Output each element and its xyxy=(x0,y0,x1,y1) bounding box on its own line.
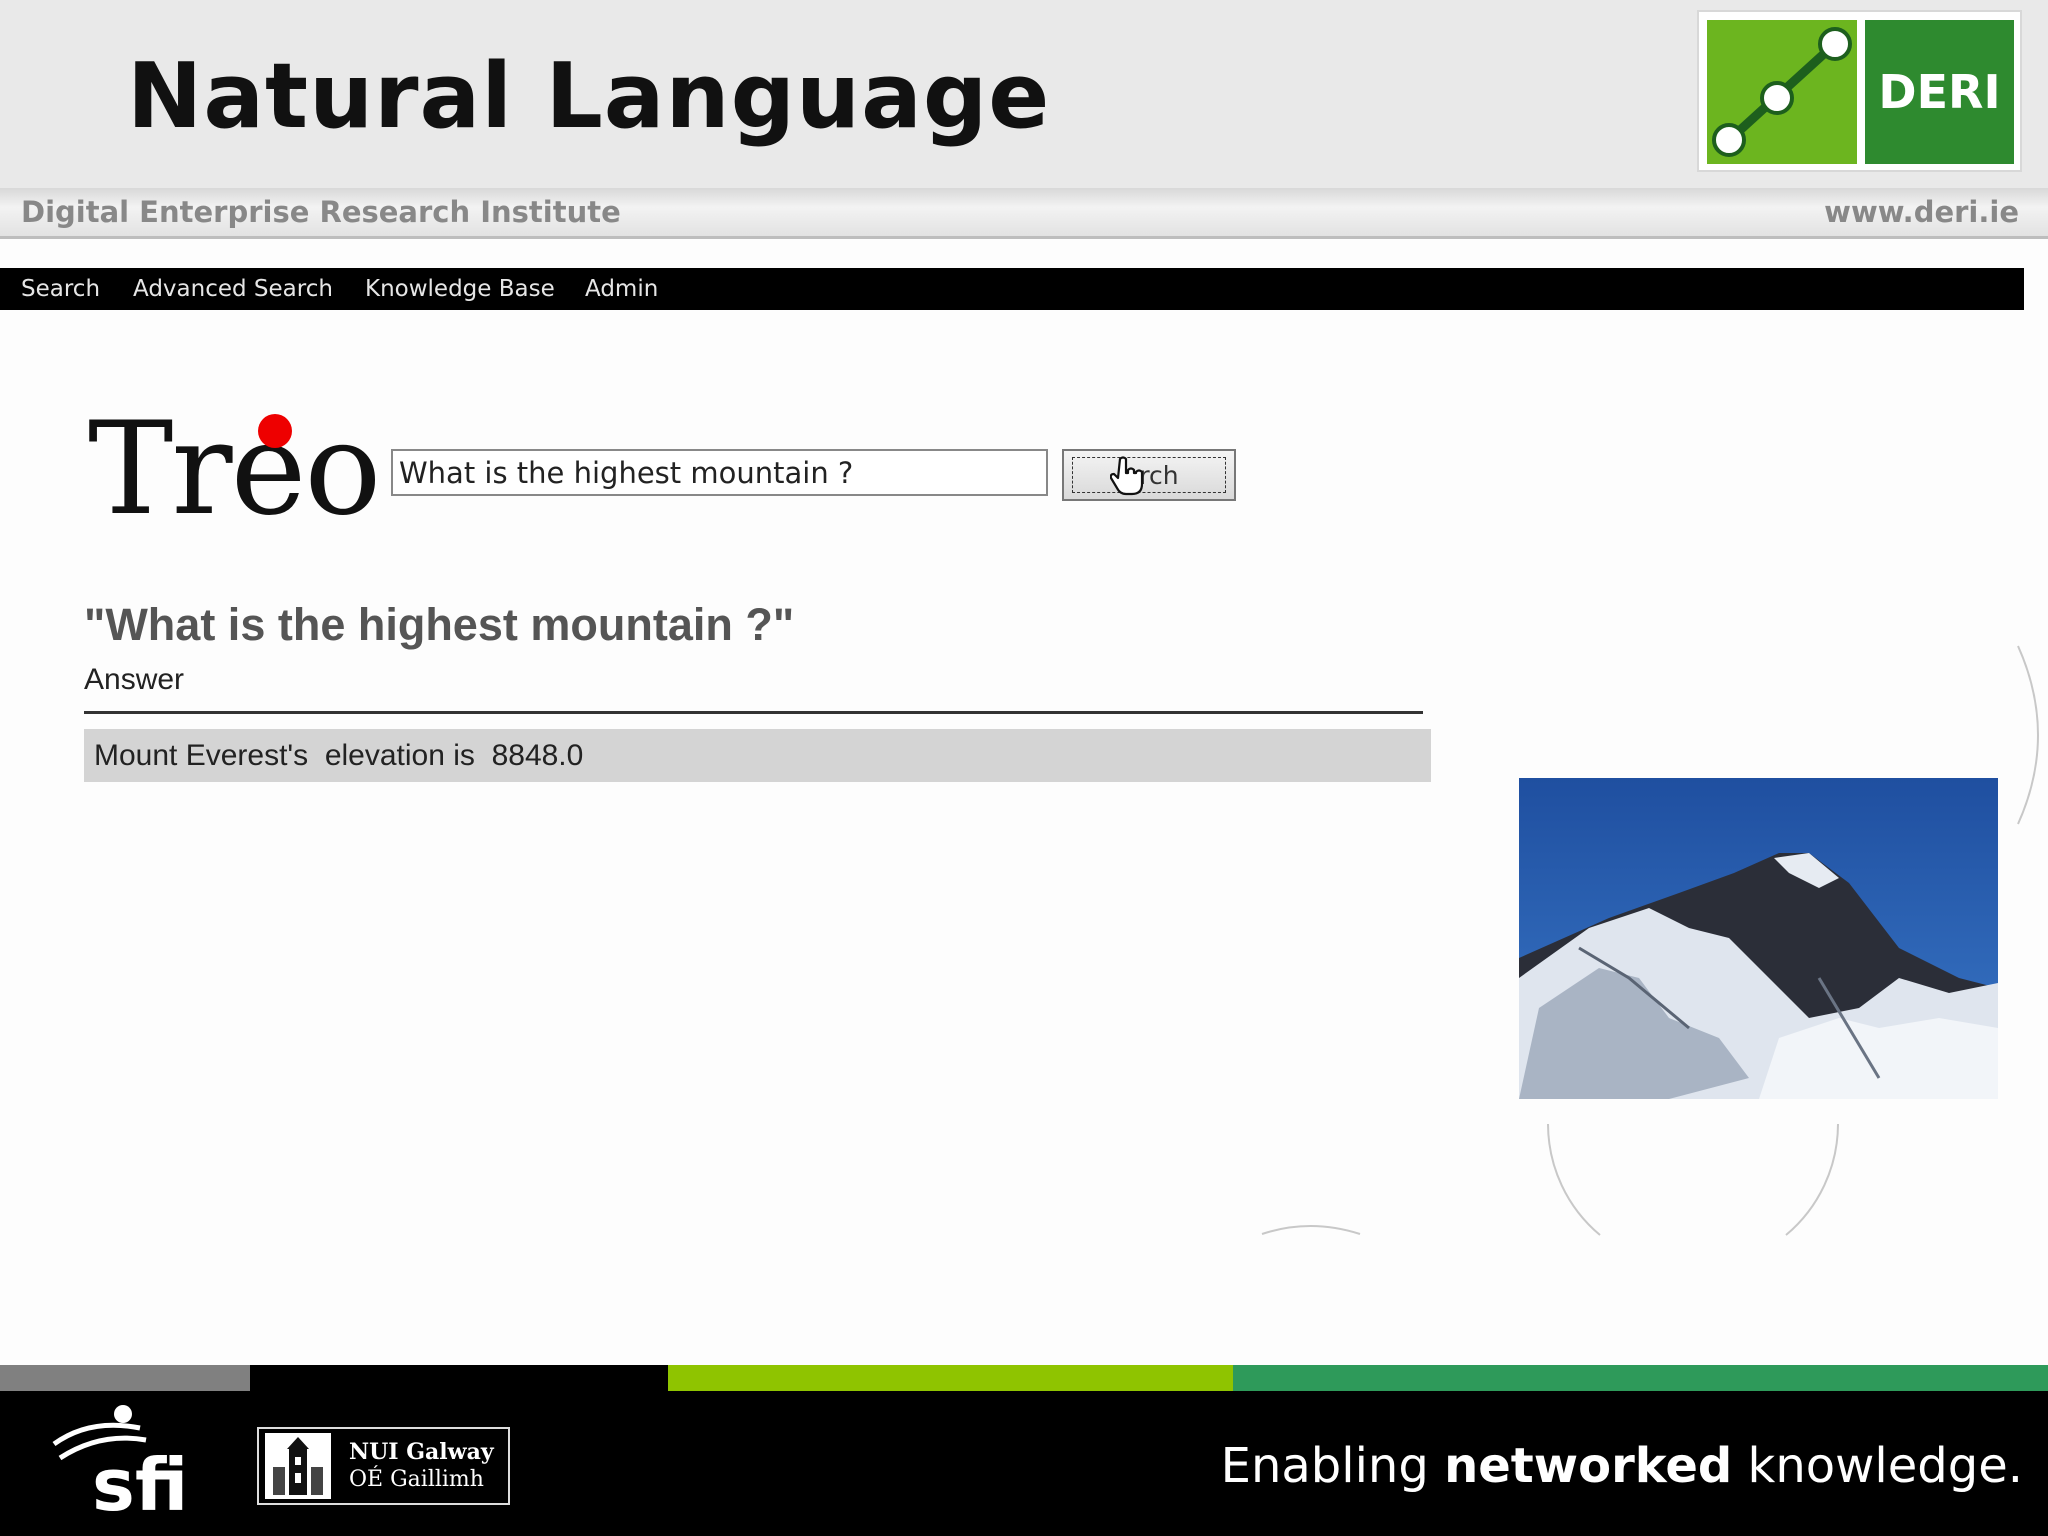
hand-cursor-icon xyxy=(1110,456,1144,496)
nav-item-admin[interactable]: Admin xyxy=(585,268,658,310)
sfi-logo: sfi xyxy=(52,1405,188,1515)
app-nav-bar: Search Advanced Search Knowledge Base Ad… xyxy=(0,268,2024,310)
tagline-pre: Enabling xyxy=(1220,1438,1445,1494)
answer-divider xyxy=(84,711,1423,714)
footer-color-band xyxy=(0,1365,2048,1391)
treo-logo-dot xyxy=(258,414,292,448)
band-black xyxy=(250,1365,668,1391)
band-gray xyxy=(0,1365,250,1391)
decorative-arc xyxy=(1261,1225,1361,1235)
institute-name: Digital Enterprise Research Institute xyxy=(21,195,621,229)
tagline-post: knowledge. xyxy=(1732,1438,2023,1494)
nui-galway-logo: NUI Galway OÉ Gaillimh xyxy=(257,1427,510,1505)
search-input[interactable] xyxy=(391,449,1048,496)
deri-logo: DERI xyxy=(1697,10,2022,172)
band-lime xyxy=(668,1365,1233,1391)
mountain-image xyxy=(1519,778,1998,1099)
search-button[interactable]: rch xyxy=(1062,449,1236,501)
nav-item-search[interactable]: Search xyxy=(21,268,100,310)
answer-label: Answer xyxy=(84,663,185,696)
treo-logo: Treo xyxy=(88,400,388,540)
search-button-label: rch xyxy=(1139,460,1179,490)
decorative-circle xyxy=(1547,1123,1839,1236)
deri-logo-text: DERI xyxy=(1878,65,2001,119)
slide-title: Natural Language xyxy=(127,44,1051,149)
deri-network-icon xyxy=(1707,20,1857,164)
nav-item-advanced-search[interactable]: Advanced Search xyxy=(133,268,333,310)
nui-building-icon xyxy=(265,1433,331,1499)
band-green xyxy=(1233,1365,2048,1391)
header-strip: Digital Enterprise Research Institute ww… xyxy=(0,188,2048,239)
answer-row: Mount Everest's elevation is 8848.0 xyxy=(84,729,1431,782)
tagline-bold: networked xyxy=(1444,1438,1733,1494)
answer-text: Mount Everest's elevation is 8848.0 xyxy=(94,739,584,772)
nui-irish-name: OÉ Gaillimh xyxy=(349,1467,484,1492)
decorative-arc-right xyxy=(2017,645,2039,825)
site-url: www.deri.ie xyxy=(1824,195,2019,229)
nui-name: NUI Galway xyxy=(349,1439,494,1465)
tagline: Enabling networked knowledge. xyxy=(1221,1436,2023,1496)
nav-item-knowledge-base[interactable]: Knowledge Base xyxy=(365,268,555,310)
deri-logo-panel: DERI xyxy=(1865,20,2014,164)
treo-logo-text: Treo xyxy=(88,395,381,544)
svg-text:sfi: sfi xyxy=(92,1443,188,1515)
query-title: "What is the highest mountain ?" xyxy=(84,599,795,650)
